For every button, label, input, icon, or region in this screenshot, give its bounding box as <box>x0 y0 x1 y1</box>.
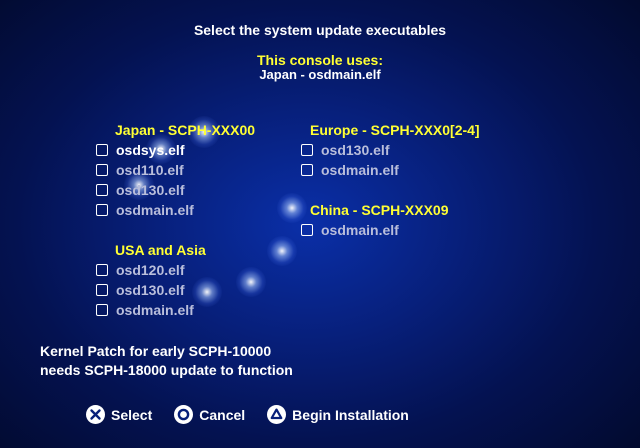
group-europe: osd130.elf osdmain.elf <box>301 140 399 180</box>
checkbox-item[interactable]: osd110.elf <box>96 160 194 180</box>
checkbox-label: osd120.elf <box>116 262 185 278</box>
checkbox-item[interactable]: osd130.elf <box>96 180 194 200</box>
checkbox[interactable] <box>96 184 108 196</box>
note-line: needs SCPH-18000 update to function <box>40 362 293 378</box>
checkbox[interactable] <box>301 164 313 176</box>
checkbox-item[interactable]: osdsys.elf <box>96 140 194 160</box>
group-japan: osdsys.elf osd110.elf osd130.elf osdmain… <box>96 140 194 220</box>
console-uses-value: Japan - osdmain.elf <box>259 67 381 82</box>
checkbox-item[interactable]: osd130.elf <box>96 280 194 300</box>
cancel-label: Cancel <box>199 406 246 423</box>
checkbox-label: osdsys.elf <box>116 142 185 158</box>
checkbox-label: osd130.elf <box>116 182 185 198</box>
checkbox[interactable] <box>96 204 108 216</box>
checkbox[interactable] <box>301 224 313 236</box>
begin-installation-button[interactable]: Begin Installation <box>267 405 409 424</box>
checkbox-label: osdmain.elf <box>321 222 399 238</box>
checkbox[interactable] <box>96 304 108 316</box>
checkbox-label: osd130.elf <box>321 142 390 158</box>
background-glow <box>267 236 297 266</box>
checkbox[interactable] <box>96 284 108 296</box>
checkbox-item[interactable]: osdmain.elf <box>96 300 194 320</box>
cancel-button[interactable]: Cancel <box>174 405 245 424</box>
page-title: Select the system update executables <box>193 22 447 38</box>
checkbox-item[interactable]: osdmain.elf <box>301 220 399 240</box>
checkbox-label: osd130.elf <box>116 282 185 298</box>
background-glow <box>192 277 222 307</box>
group-title-japan: Japan - SCPH-XXX00 <box>115 122 256 138</box>
group-title-china: China - SCPH-XXX09 <box>310 202 449 218</box>
checkbox-label: osdmain.elf <box>321 162 399 178</box>
group-title-europe: Europe - SCPH-XXX0[2-4] <box>310 122 480 138</box>
checkbox[interactable] <box>96 144 108 156</box>
checkbox[interactable] <box>96 264 108 276</box>
checkbox-item[interactable]: osd120.elf <box>96 260 194 280</box>
checkbox-item[interactable]: osdmain.elf <box>301 160 399 180</box>
kernel-patch-note: Kernel Patch for early SCPH-10000 needs … <box>40 342 293 380</box>
checkbox[interactable] <box>301 144 313 156</box>
background-glow <box>277 193 307 223</box>
group-usa-asia: osd120.elf osd130.elf osdmain.elf <box>96 260 194 320</box>
checkbox-label: osd110.elf <box>116 162 184 178</box>
checkbox-label: osdmain.elf <box>116 302 194 318</box>
checkbox-item[interactable]: osdmain.elf <box>96 200 194 220</box>
circle-icon <box>174 405 194 424</box>
group-china: osdmain.elf <box>301 220 399 240</box>
select-label: Select <box>111 406 153 423</box>
select-button[interactable]: Select <box>86 405 152 424</box>
button-hint-bar: Select Cancel Begin Installation <box>86 405 431 424</box>
checkbox-label: osdmain.elf <box>116 202 194 218</box>
checkbox-item[interactable]: osd130.elf <box>301 140 399 160</box>
cross-icon <box>86 405 105 424</box>
console-uses-label: This console uses: <box>256 52 384 68</box>
triangle-icon <box>267 405 287 424</box>
background-glow <box>236 267 266 297</box>
begin-installation-label: Begin Installation <box>292 406 409 423</box>
note-line: Kernel Patch for early SCPH-10000 <box>40 343 272 359</box>
group-title-usa-asia: USA and Asia <box>115 242 206 258</box>
checkbox[interactable] <box>96 164 108 176</box>
